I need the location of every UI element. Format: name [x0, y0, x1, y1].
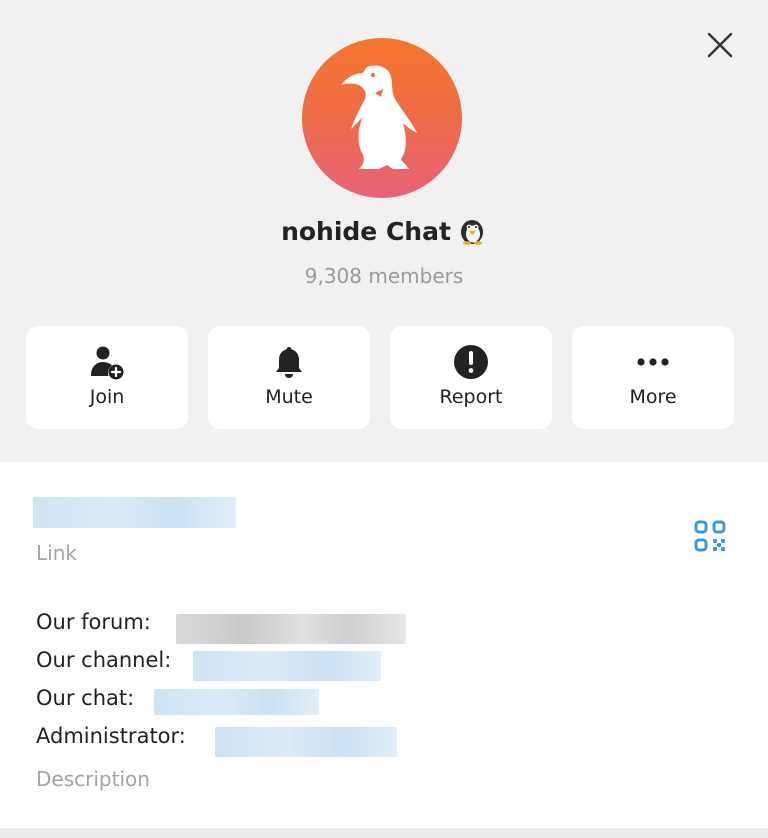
join-label: Join [89, 386, 125, 408]
close-icon [707, 32, 733, 58]
link-label: Link [36, 541, 77, 565]
avatar [302, 38, 462, 198]
qr-code-icon [694, 520, 726, 552]
admin-line: Administrator: [36, 724, 186, 748]
description-label: Description [36, 767, 150, 791]
action-bar: Join Mute Report More [26, 326, 734, 429]
qr-code-button[interactable] [692, 518, 728, 554]
exclamation-icon [454, 345, 488, 379]
forum-line: Our forum: [36, 610, 151, 634]
join-button[interactable]: Join [26, 326, 188, 429]
bell-icon [276, 347, 302, 378]
chat-label: Our chat: [36, 686, 135, 710]
forum-link-redacted[interactable] [176, 614, 406, 644]
penguin-icon [341, 65, 417, 169]
page-title: nohide Chat [0, 216, 768, 246]
close-button[interactable] [700, 25, 740, 65]
more-dots-icon [637, 358, 669, 366]
invite-link-redacted[interactable] [33, 497, 236, 528]
admin-label: Administrator: [36, 724, 186, 748]
chat-name: nohide Chat [281, 216, 451, 246]
forum-label: Our forum: [36, 610, 151, 634]
add-user-icon [91, 346, 124, 380]
channel-link-redacted[interactable] [193, 651, 381, 681]
penguin-emoji-icon [457, 216, 487, 246]
divider [0, 828, 768, 838]
more-button[interactable]: More [572, 326, 734, 429]
admin-link-redacted[interactable] [215, 727, 397, 757]
chat-line: Our chat: [36, 686, 134, 710]
profile-header: nohide Chat 9,308 members Join Mute Repo… [0, 0, 768, 462]
chat-link-redacted[interactable] [154, 689, 319, 715]
channel-label: Our channel: [36, 648, 172, 672]
member-count: 9,308 members [304, 264, 464, 288]
report-button[interactable]: Report [390, 326, 552, 429]
channel-line: Our channel: [36, 648, 171, 672]
mute-button[interactable]: Mute [208, 326, 370, 429]
report-label: Report [439, 386, 503, 408]
mute-label: Mute [265, 386, 313, 408]
more-label: More [629, 386, 677, 408]
